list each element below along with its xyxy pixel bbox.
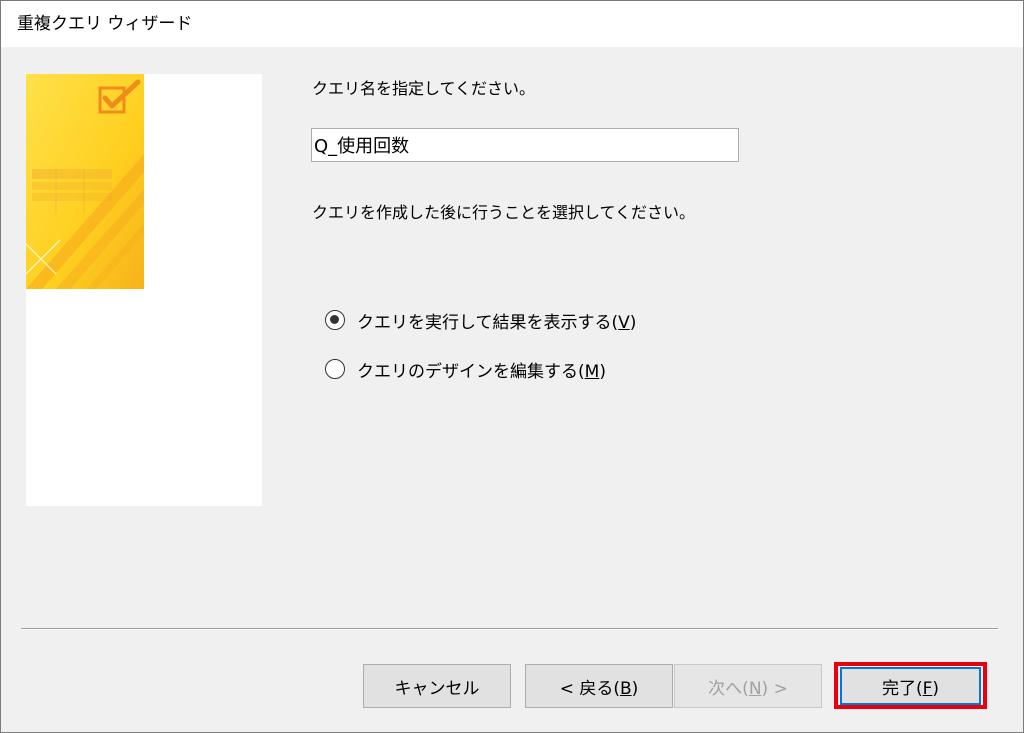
edit-design-option[interactable]: クエリのデザインを編集する(M) — [325, 357, 606, 382]
after-create-prompt: クエリを作成した後に行うことを選択してください。 — [312, 203, 696, 222]
finish-button[interactable]: 完了(F) — [840, 667, 981, 705]
wizard-image-panel — [26, 74, 262, 506]
next-button[interactable]: 次へ(N) > — [674, 664, 822, 708]
run-query-label: クエリを実行して結果を表示する(V) — [357, 312, 637, 333]
back-button[interactable]: < 戻る(B) — [525, 664, 673, 708]
wizard-art-icon — [26, 74, 144, 289]
edit-design-label: クエリのデザインを編集する(M) — [357, 361, 606, 382]
run-query-option[interactable]: クエリを実行して結果を表示する(V) — [325, 308, 637, 333]
duplicate-query-wizard-dialog: 重複クエリ ウィザード クエリ名を指定してください。 Q_使用回数 クエリを作成… — [0, 0, 1024, 733]
cancel-button[interactable]: キャンセル — [363, 664, 511, 708]
button-separator — [21, 628, 998, 630]
window-title: 重複クエリ ウィザード — [17, 14, 193, 34]
query-name-prompt: クエリ名を指定してください。 — [312, 79, 536, 98]
title-bar: 重複クエリ ウィザード — [1, 1, 1023, 47]
query-name-input[interactable] — [311, 128, 739, 162]
run-query-radio[interactable] — [325, 310, 345, 330]
edit-design-radio[interactable] — [325, 359, 345, 379]
